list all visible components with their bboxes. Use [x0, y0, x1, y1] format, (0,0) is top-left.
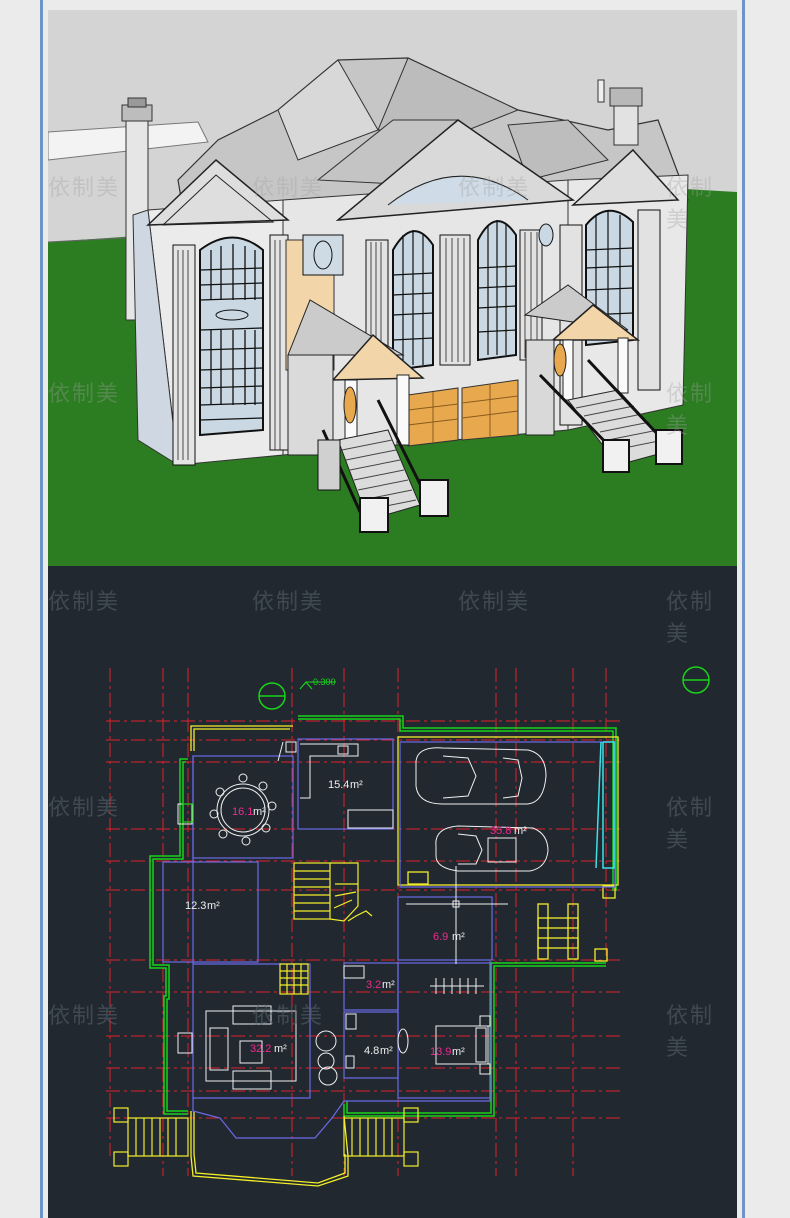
villa-3d-illustration	[48, 10, 737, 566]
area-garage-unit: m²	[514, 825, 527, 837]
area-kitchen-value: 15.4	[328, 779, 349, 791]
area-dining-unit: m²	[253, 806, 266, 818]
elevation-label: -0.300	[310, 677, 336, 687]
area-bedroom-unit: m²	[452, 1046, 465, 1058]
area-hall-value: 6.9	[433, 931, 448, 943]
right-frame-line	[742, 0, 745, 1218]
area-bath-value: 4.8	[364, 1045, 379, 1057]
staircase	[279, 862, 373, 995]
area-garage-value: 35.8	[490, 825, 511, 837]
area-bath-unit: m²	[380, 1045, 393, 1057]
axis-grid	[106, 668, 623, 1176]
area-kitchen-unit: m²	[350, 779, 363, 791]
left-frame-line	[40, 0, 43, 1218]
floor-plan-drawing: -0.300 16.1 m² 15.4 m² 35.8 m² 12.3 m² 6…	[106, 666, 710, 1187]
area-hall-unit: m²	[452, 931, 465, 943]
area-bedroom-value: 13.9	[430, 1046, 451, 1058]
area-study-value: 12.3	[185, 900, 206, 912]
cyan-wall	[595, 741, 615, 869]
area-wc-value: 3.2	[366, 979, 381, 991]
garage-cars	[415, 747, 549, 872]
cad-floor-plan: -0.300 16.1 m² 15.4 m² 35.8 m² 12.3 m² 6…	[48, 566, 737, 1218]
villa-3d-model-render: 依制美 依制美 依制美 依制美 依制美 依制美	[48, 10, 737, 566]
area-wc-unit: m²	[382, 979, 395, 991]
living-room-sofa	[205, 1005, 338, 1090]
area-living-value: 32.2	[250, 1043, 271, 1055]
area-living-unit: m²	[274, 1043, 287, 1055]
area-dining-value: 16.1	[232, 806, 253, 818]
area-study-unit: m²	[207, 900, 220, 912]
